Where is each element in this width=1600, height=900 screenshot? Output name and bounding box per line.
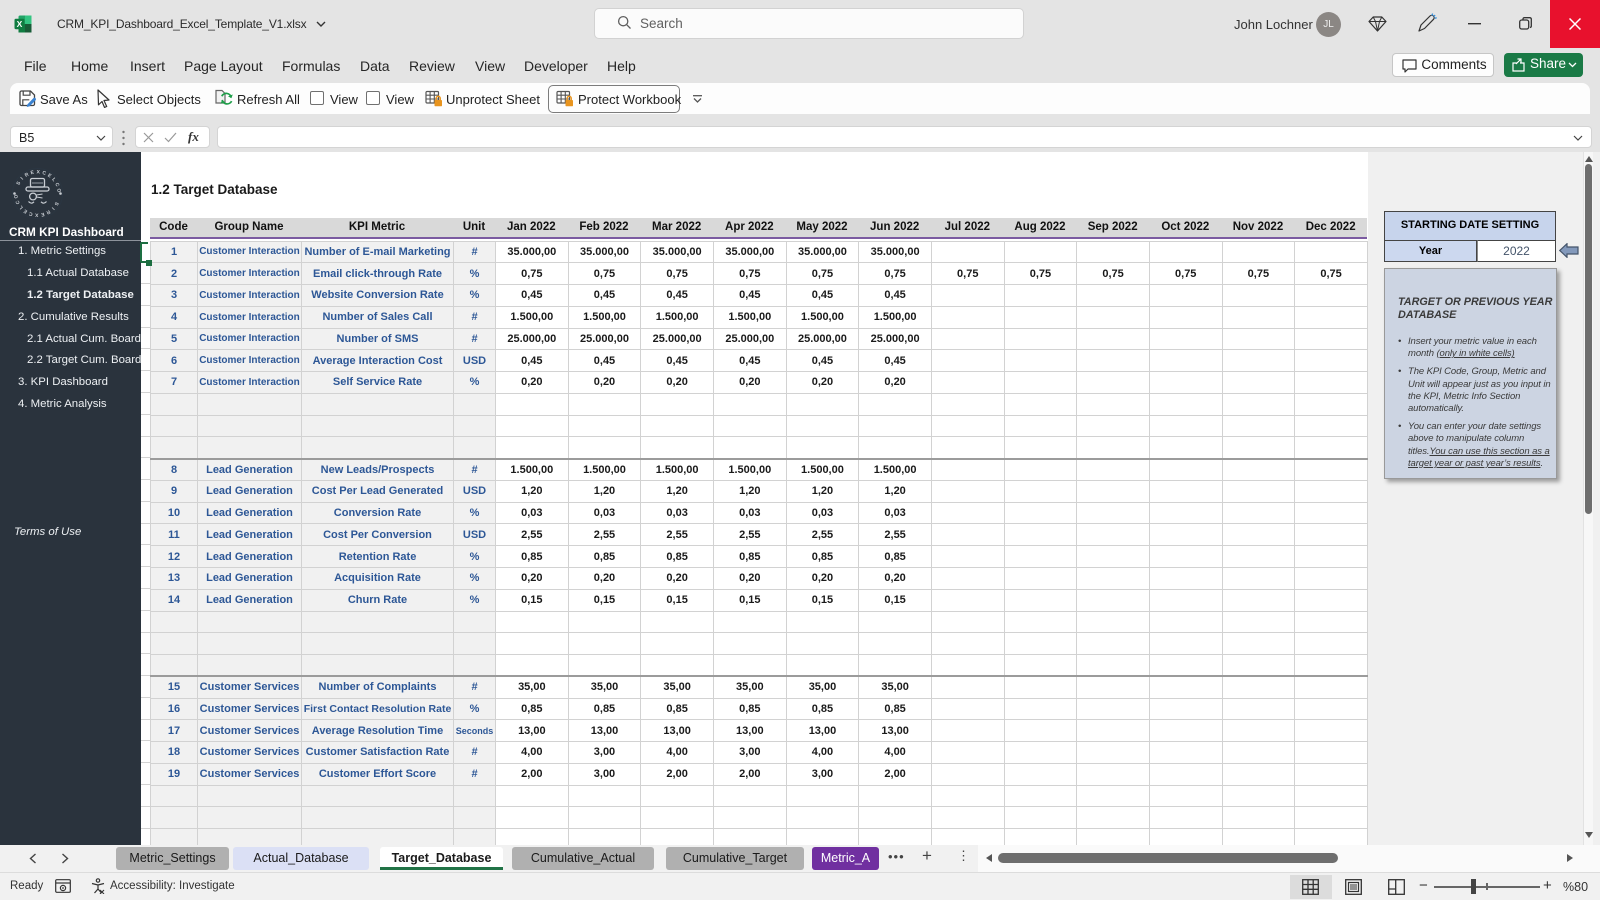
svg-text:S: S xyxy=(15,180,22,186)
svg-text:R: R xyxy=(45,208,51,215)
svg-text:C: C xyxy=(15,199,22,205)
svg-text:L: L xyxy=(18,204,25,210)
svg-text:C: C xyxy=(53,182,60,188)
svg-text:I: I xyxy=(20,176,26,182)
svg-text:X: X xyxy=(36,169,40,175)
svg-text:L: L xyxy=(50,177,57,183)
svg-text:X: X xyxy=(34,212,38,218)
svg-text:X: X xyxy=(17,19,23,29)
svg-text:R: R xyxy=(24,172,30,179)
svg-text:E: E xyxy=(30,170,35,177)
svg-text:I: I xyxy=(50,206,56,212)
svg-text:E: E xyxy=(40,211,45,218)
svg-text:S: S xyxy=(52,201,59,207)
